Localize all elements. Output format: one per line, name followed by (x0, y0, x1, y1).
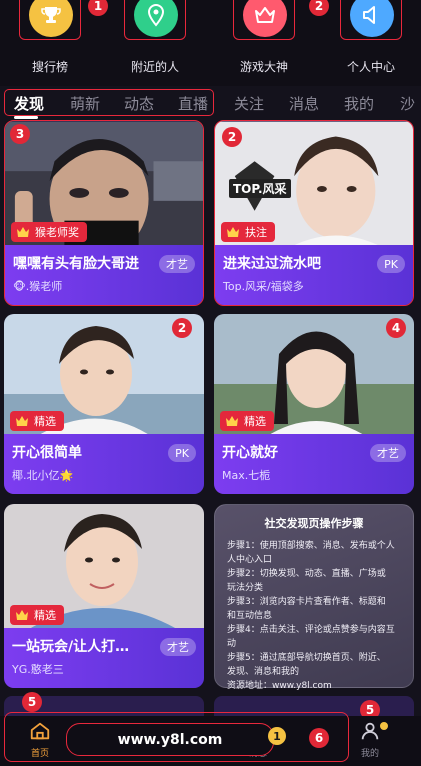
nav-me[interactable]: 我的 (340, 720, 400, 759)
shortcut-bar: 搜行榜 1 附近的人 游戏大神 2 个人中心 (0, 0, 421, 86)
tab-mine[interactable]: 我的 (344, 93, 374, 114)
tab-live[interactable]: 直播 (178, 93, 208, 114)
instruction-line: 步骤3：浏览内容卡片查看作者、标题和 (227, 597, 386, 607)
card-category-pill: 才艺 (160, 638, 196, 656)
shortcut-label: 附近的人 (130, 60, 179, 74)
card-title: 嘿嘿有头有脸大哥进 (13, 256, 139, 272)
active-tab-indicator (14, 116, 38, 119)
tab-discover[interactable]: 发现 (14, 93, 44, 114)
crown-icon (17, 227, 29, 237)
tab-feed[interactable]: 动态 (124, 93, 154, 114)
card-tag: 猴老师奖 (11, 222, 87, 242)
instruction-line: 步骤1：使用顶部搜索、消息、发布或个人 (227, 541, 395, 551)
trophy-icon (29, 0, 73, 37)
website-url: www.y8l.com (66, 723, 274, 756)
instruction-line: 人中心入口 (227, 555, 273, 565)
card-title: 一站玩会/让人打… (12, 639, 130, 655)
card-tag-label: 精选 (34, 609, 56, 622)
annotation-badge: 2 (172, 318, 192, 338)
shortcut-icon-frame (124, 0, 186, 40)
room-card[interactable]: TOP.风采 扶注 进来过过流水吧 Top.风采/福袋多 PK (214, 120, 414, 306)
instruction-line: 步骤2：切换发现、动态、直播、广场或 (227, 569, 386, 579)
tab-square[interactable]: 沙 (400, 93, 415, 114)
location-icon (134, 0, 178, 37)
card-tag-label: 扶注 (245, 226, 267, 239)
annotation-badge: 3 (10, 124, 30, 144)
annotation-badge: 5 (22, 692, 42, 712)
tab-following[interactable]: 关注 (234, 93, 264, 114)
card-title: 开心就好 (222, 445, 278, 461)
card-category-pill: PK (377, 255, 405, 273)
category-tabs: 发现 萌新 动态 直播 关注 消息 我的 沙 (0, 86, 421, 120)
card-tag-label: 精选 (244, 415, 266, 428)
shortcut-icon-frame (233, 0, 295, 40)
instruction-line: 资源地址：www.y8l.com (227, 681, 332, 691)
card-tag: 精选 (10, 605, 64, 625)
instruction-line: 发现、消息和我的 (227, 667, 300, 677)
card-category-pill: 才艺 (159, 255, 195, 273)
shortcut-rankings[interactable]: 搜行榜 (0, 0, 100, 86)
notification-dot (380, 722, 388, 730)
card-tag: 扶注 (221, 222, 275, 242)
brand-logo: TOP.风采 (229, 179, 291, 198)
shortcut-nearby[interactable]: 附近的人 (105, 0, 205, 86)
card-tag-label: 猴老师奖 (35, 226, 79, 239)
crown-icon (243, 0, 287, 37)
card-category-pill: 才艺 (370, 444, 406, 462)
shortcut-label: 游戏大神 (239, 60, 288, 74)
card-author: 椰.北小亿🌟 (12, 469, 74, 482)
instructions-panel: 社交发现页操作步骤 步骤1：使用顶部搜索、消息、发布或个人 人中心入口 步骤2：… (214, 504, 414, 691)
shortcut-game-master[interactable]: 游戏大神 (214, 0, 314, 86)
room-card[interactable]: 精选 开心很简单 椰.北小亿🌟 PK (4, 314, 204, 494)
room-card[interactable]: 猴老师奖 嘿嘿有头有脸大哥进 🐵.猴老师 才艺 (4, 120, 204, 306)
instructions-title: 社交发现页操作步骤 (264, 517, 364, 530)
user-icon (361, 722, 379, 740)
speaker-icon (350, 0, 394, 37)
shortcut-icon-frame (19, 0, 81, 40)
card-author: Top.风采/福袋多 (223, 280, 304, 293)
card-title: 进来过过流水吧 (223, 256, 321, 272)
card-tag: 精选 (10, 411, 64, 431)
room-card[interactable]: 精选 一站玩会/让人打… YG.憨老三 才艺 (4, 504, 204, 688)
card-category-pill: PK (168, 444, 196, 462)
card-author: YG.憨老三 (12, 663, 64, 676)
shortcut-icon-frame (340, 0, 402, 40)
annotation-badge: 2 (222, 127, 242, 147)
room-card[interactable]: 精选 开心就好 Max.七栀 才艺 (214, 314, 414, 494)
crown-icon (16, 416, 28, 426)
crown-icon (16, 610, 28, 620)
instruction-line: 步骤4：点击关注、评论或点赞参与内容互动 (227, 625, 395, 649)
card-tag-label: 精选 (34, 415, 56, 428)
annotation-badge: 6 (309, 728, 329, 748)
card-author: 🐵.猴老师 (13, 280, 63, 293)
shortcut-label: 搜行榜 (31, 60, 68, 74)
annotation-badge: 4 (386, 318, 406, 338)
instruction-line: 步骤5：通过底部导航切换首页、附近、 (227, 653, 386, 663)
nav-label: 我的 (360, 749, 379, 759)
card-author: Max.七栀 (222, 469, 271, 482)
card-tag: 精选 (220, 411, 274, 431)
crown-icon (227, 227, 239, 237)
tab-messages[interactable]: 消息 (289, 93, 319, 114)
tab-newbie[interactable]: 萌新 (70, 93, 100, 114)
message-count-badge: 1 (268, 727, 286, 745)
shortcut-profile[interactable]: 个人中心 (321, 0, 421, 86)
crown-icon (226, 416, 238, 426)
card-title: 开心很简单 (12, 445, 82, 461)
instruction-line: 玩法分类 (227, 583, 264, 593)
instruction-line: 和互动信息 (227, 611, 273, 621)
shortcut-label: 个人中心 (346, 60, 395, 74)
